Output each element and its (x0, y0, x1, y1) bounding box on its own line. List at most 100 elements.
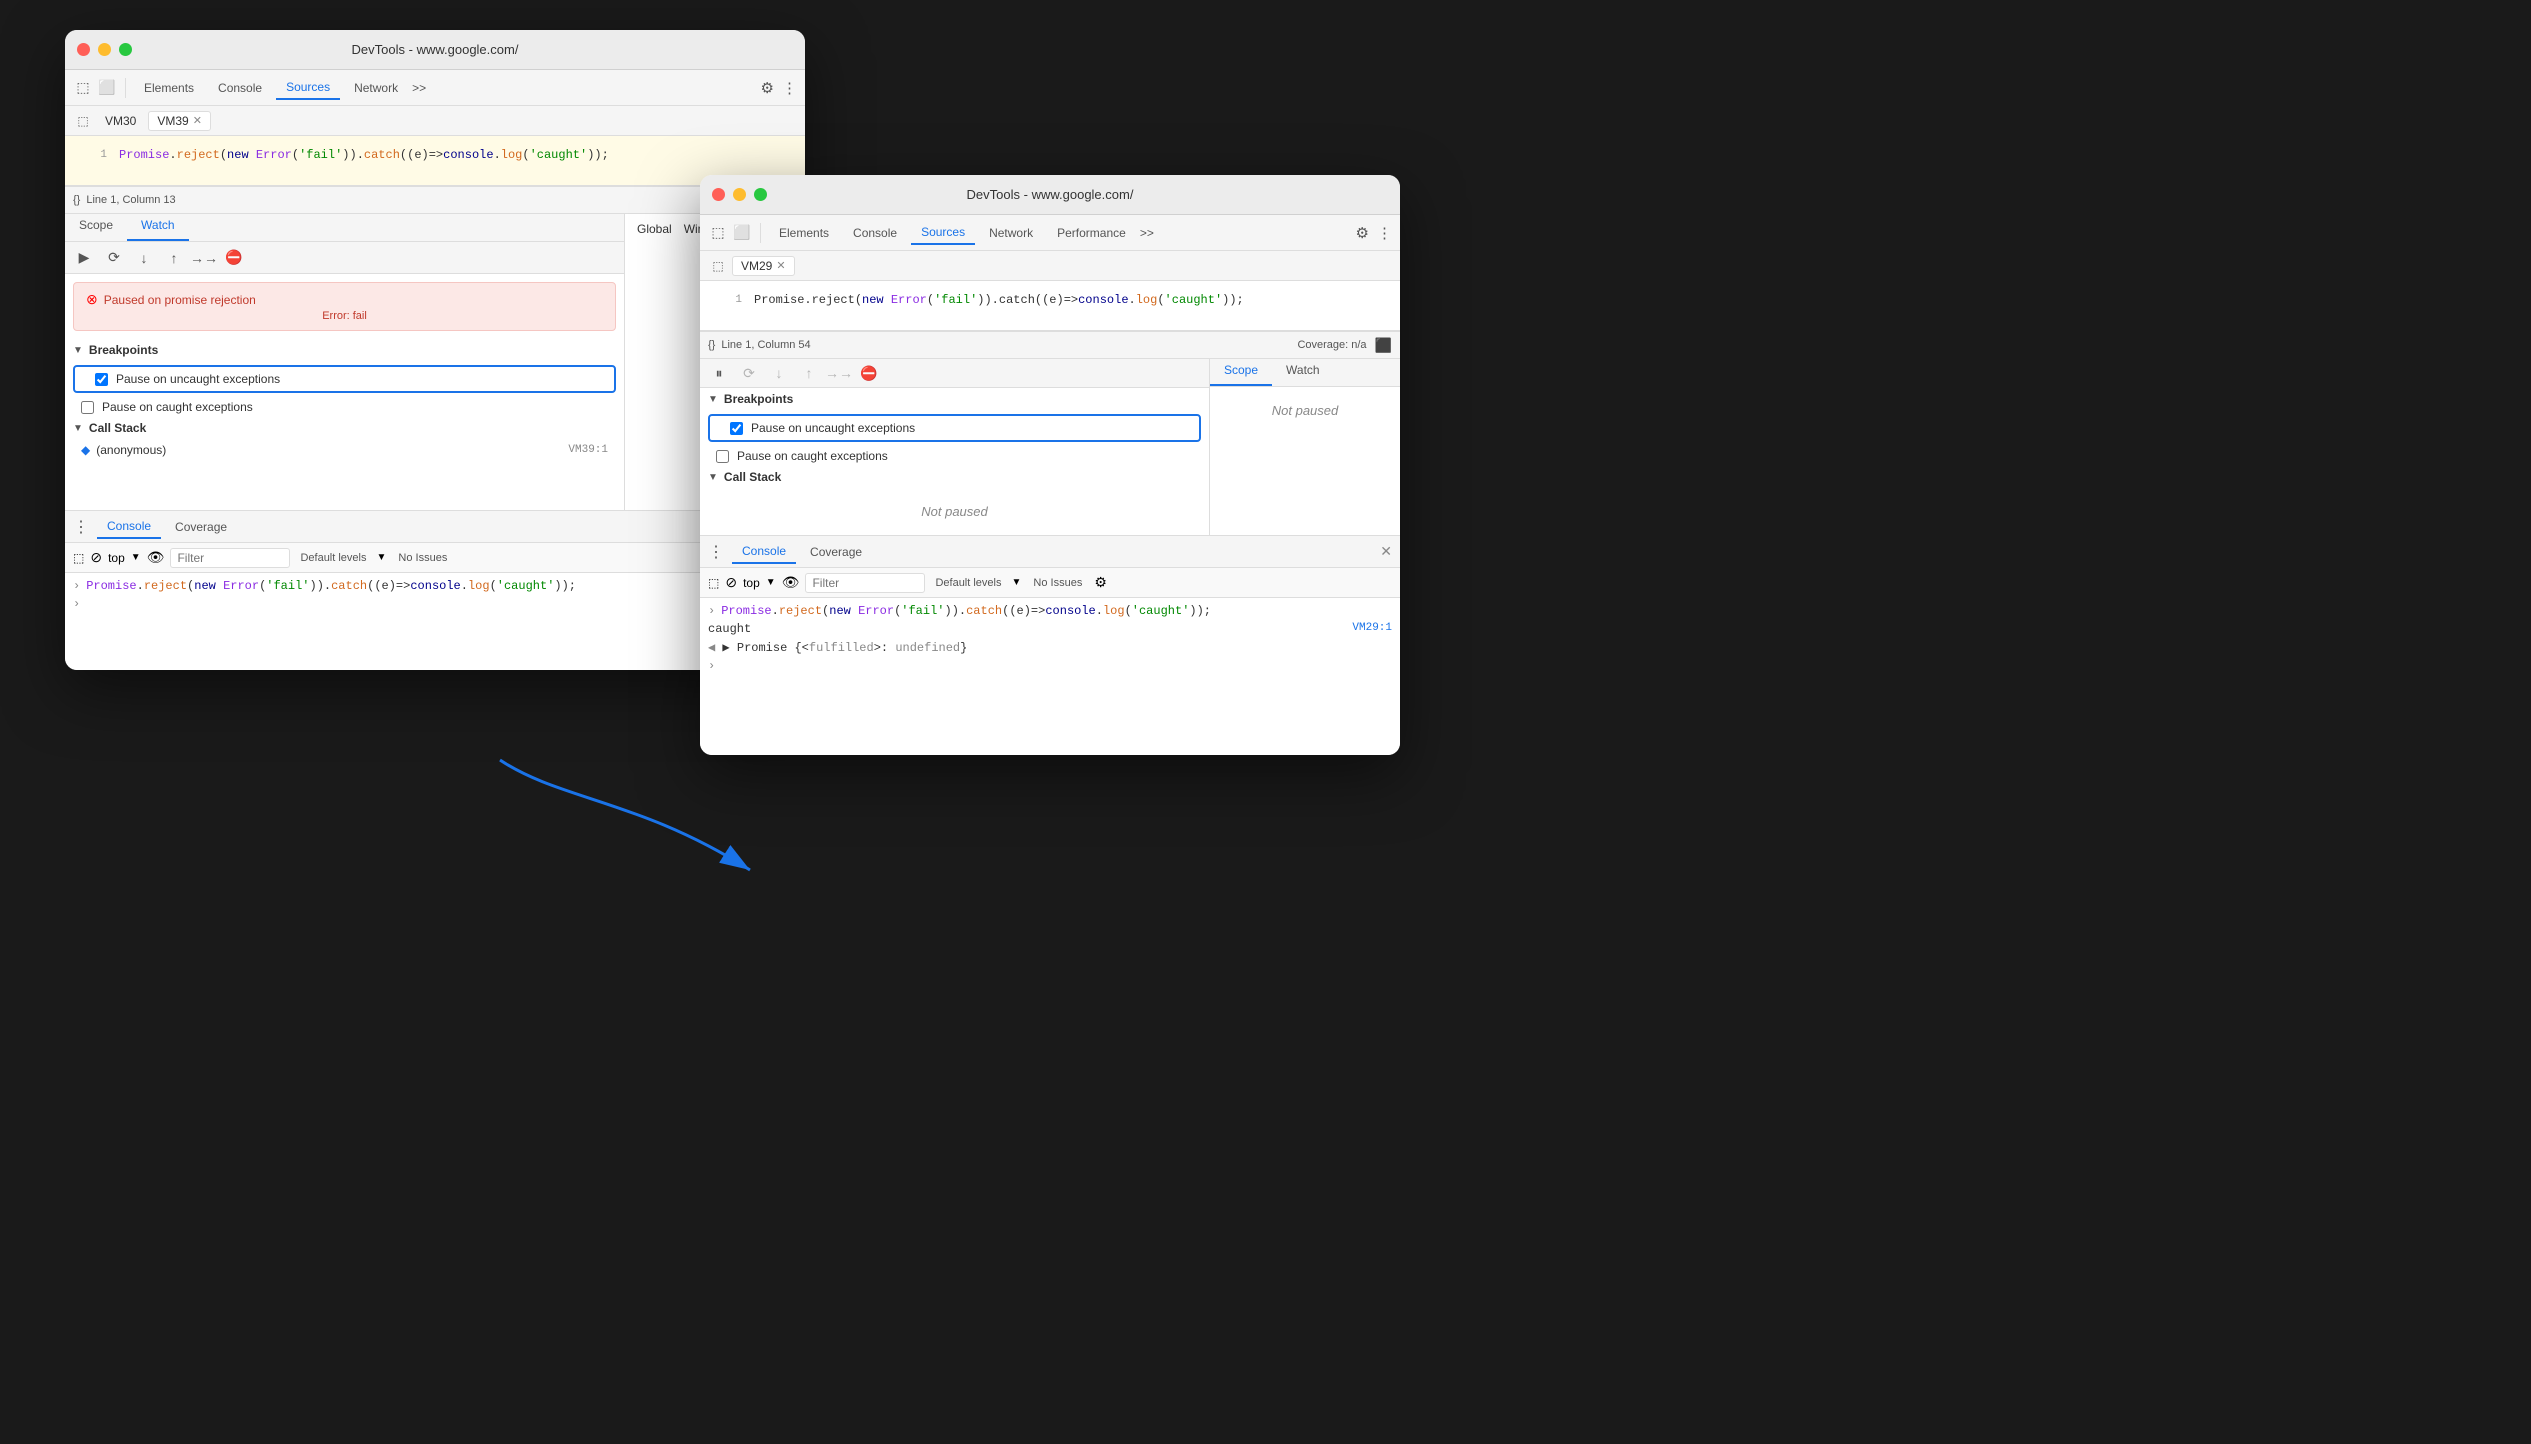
default-levels-2[interactable]: Default levels (931, 575, 1005, 591)
cw2-fail: 'fail' (901, 604, 944, 618)
console-tab-2[interactable]: Console (732, 540, 796, 564)
step-icon-2[interactable]: →→ (828, 362, 850, 384)
call-stack-header-1[interactable]: ▼ Call Stack (65, 417, 624, 439)
scope-global-1[interactable]: Global (637, 222, 672, 236)
minimize-button-2[interactable] (733, 188, 746, 201)
bp1-checkbox-1[interactable] (95, 373, 108, 386)
more-options-icon-2[interactable]: ⋮ (1377, 224, 1392, 242)
tab-elements-1[interactable]: Elements (134, 77, 204, 99)
file-tab-vm29-close[interactable]: ✕ (776, 259, 785, 272)
close-button-2[interactable] (712, 188, 725, 201)
levels-dropdown-1[interactable]: ▼ (377, 552, 387, 563)
device-icon[interactable]: ⬜ (97, 78, 117, 98)
console-toolbar-2: ⬚ ⊘ top ▼ 👁 Default levels ▼ No Issues ⚙ (700, 568, 1400, 598)
top-label-2[interactable]: top (743, 576, 760, 590)
sidebar-toggle-console-1[interactable]: ⬚ (73, 551, 84, 565)
more-options-icon-1[interactable]: ⋮ (782, 79, 797, 97)
inspector-icon-2[interactable]: ⬚ (708, 223, 728, 243)
tab-sources-1[interactable]: Sources (276, 76, 340, 100)
call-stack-header-2[interactable]: ▼ Call Stack (700, 466, 1209, 488)
console-dots-1[interactable]: ⋮ (73, 517, 89, 537)
step-into-icon-2[interactable]: ↓ (768, 362, 790, 384)
no-issues-1: No Issues (392, 550, 453, 566)
console-filter-1[interactable] (170, 548, 290, 568)
bp2-checkbox-2[interactable] (716, 450, 729, 463)
no-dom-icon-1[interactable]: ⛔ (223, 247, 245, 269)
settings-icon-2[interactable]: ⚙ (1356, 224, 1369, 242)
dock-icon-2[interactable]: ⬛ (1375, 337, 1392, 354)
tab-console-1[interactable]: Console (208, 77, 272, 99)
tab-network-2[interactable]: Network (979, 222, 1043, 244)
breakpoints-header-1[interactable]: ▼ Breakpoints (65, 339, 624, 361)
step-out-icon-1[interactable]: ↑ (163, 247, 185, 269)
sidebar-toggle-2[interactable]: ⬚ (708, 256, 728, 276)
tab-console-2[interactable]: Console (843, 222, 907, 244)
coverage-tab-1[interactable]: Coverage (165, 516, 237, 538)
cw2-error: Error (858, 604, 894, 618)
sidebar-toggle-1[interactable]: ⬚ (73, 111, 93, 131)
watch-tab-1[interactable]: Watch (127, 214, 189, 241)
tab-sources-2[interactable]: Sources (911, 221, 975, 245)
cw-error: Error (223, 579, 259, 593)
coverage-tab-2[interactable]: Coverage (800, 541, 872, 563)
tab-more-2[interactable]: >> (1140, 226, 1154, 240)
tab-performance-2[interactable]: Performance (1047, 222, 1136, 244)
clear-icon-1[interactable]: ⊘ (90, 549, 102, 566)
eye-icon-1[interactable]: 👁 (147, 549, 165, 566)
file-tab-vm29[interactable]: VM29 ✕ (732, 256, 795, 276)
bp2-checkbox-1[interactable] (81, 401, 94, 414)
scope-tab-2[interactable]: Scope (1210, 359, 1272, 386)
resume-icon-1[interactable]: ▶ (73, 247, 95, 269)
default-levels-1[interactable]: Default levels (296, 550, 370, 566)
gear-icon-console-2[interactable]: ⚙ (1094, 574, 1107, 591)
console-line2-2: caught VM29:1 (708, 620, 1392, 638)
vm29-loc-2[interactable]: VM29:1 (1352, 622, 1392, 634)
scope-tab-1[interactable]: Scope (65, 214, 127, 241)
step-icon-1[interactable]: →→ (193, 247, 215, 269)
maximize-button-2[interactable] (754, 188, 767, 201)
file-tab-vm30[interactable]: VM30 (97, 112, 144, 130)
step-into-icon-1[interactable]: ↓ (133, 247, 155, 269)
bp2-label-2: Pause on caught exceptions (737, 449, 888, 463)
win1-body-content: Scope Watch ▶ ⟳ ↓ ↑ →→ ⛔ ⊗ Paused on pr (65, 214, 805, 510)
maximize-button-1[interactable] (119, 43, 132, 56)
file-tab-vm39[interactable]: VM39 ✕ (148, 111, 211, 131)
console-close-2[interactable]: ✕ (1380, 543, 1392, 560)
traffic-lights-1 (77, 43, 132, 56)
step-over-icon-2[interactable]: ⟳ (738, 362, 760, 384)
tab-elements-2[interactable]: Elements (769, 222, 839, 244)
close-button-1[interactable] (77, 43, 90, 56)
bp1-item-2: Pause on uncaught exceptions (714, 418, 1195, 438)
console-filter-2[interactable] (805, 573, 925, 593)
console-dots-2[interactable]: ⋮ (708, 542, 724, 562)
console-area-1: ⋮ Console Coverage ⬚ ⊘ top ▼ 👁 Default l… (65, 510, 805, 670)
levels-dropdown-2[interactable]: ▼ (1012, 577, 1022, 588)
no-dom-icon-2[interactable]: ⛔ (858, 362, 880, 384)
clear-icon-2[interactable]: ⊘ (725, 574, 737, 591)
eye-icon-2[interactable]: 👁 (782, 574, 800, 591)
step-out-icon-2[interactable]: ↑ (798, 362, 820, 384)
watch-tab-2[interactable]: Watch (1272, 359, 1334, 386)
device-icon-2[interactable]: ⬜ (732, 223, 752, 243)
minimize-button-1[interactable] (98, 43, 111, 56)
kw-reject: reject (177, 148, 220, 162)
settings-icon-1[interactable]: ⚙ (761, 79, 774, 97)
top-dropdown-1[interactable]: ▼ (131, 552, 141, 563)
step-over-icon-1[interactable]: ⟳ (103, 247, 125, 269)
inspector-icon[interactable]: ⬚ (73, 78, 93, 98)
bp1-checkbox-2[interactable] (730, 422, 743, 435)
devtools-window-1: DevTools - www.google.com/ ⬚ ⬜ Elements … (65, 30, 805, 670)
kw2-new: new (862, 293, 884, 307)
console-tab-1[interactable]: Console (97, 515, 161, 539)
pause-title-text-1: Paused on promise rejection (104, 293, 256, 307)
file-tab-vm39-close[interactable]: ✕ (193, 114, 202, 127)
sidebar-toggle-console-2[interactable]: ⬚ (708, 576, 719, 590)
bp1-outlined-2: Pause on uncaught exceptions (708, 414, 1201, 442)
tab-network-1[interactable]: Network (344, 77, 408, 99)
pause-icon-2[interactable]: ⏸ (708, 362, 730, 384)
top-dropdown-2[interactable]: ▼ (766, 577, 776, 588)
breakpoints-header-2[interactable]: ▼ Breakpoints (700, 388, 1209, 410)
top-label-1[interactable]: top (108, 551, 125, 565)
win-body-1: ⬚ ⬜ Elements Console Sources Network >> … (65, 70, 805, 670)
tab-more-1[interactable]: >> (412, 81, 426, 95)
